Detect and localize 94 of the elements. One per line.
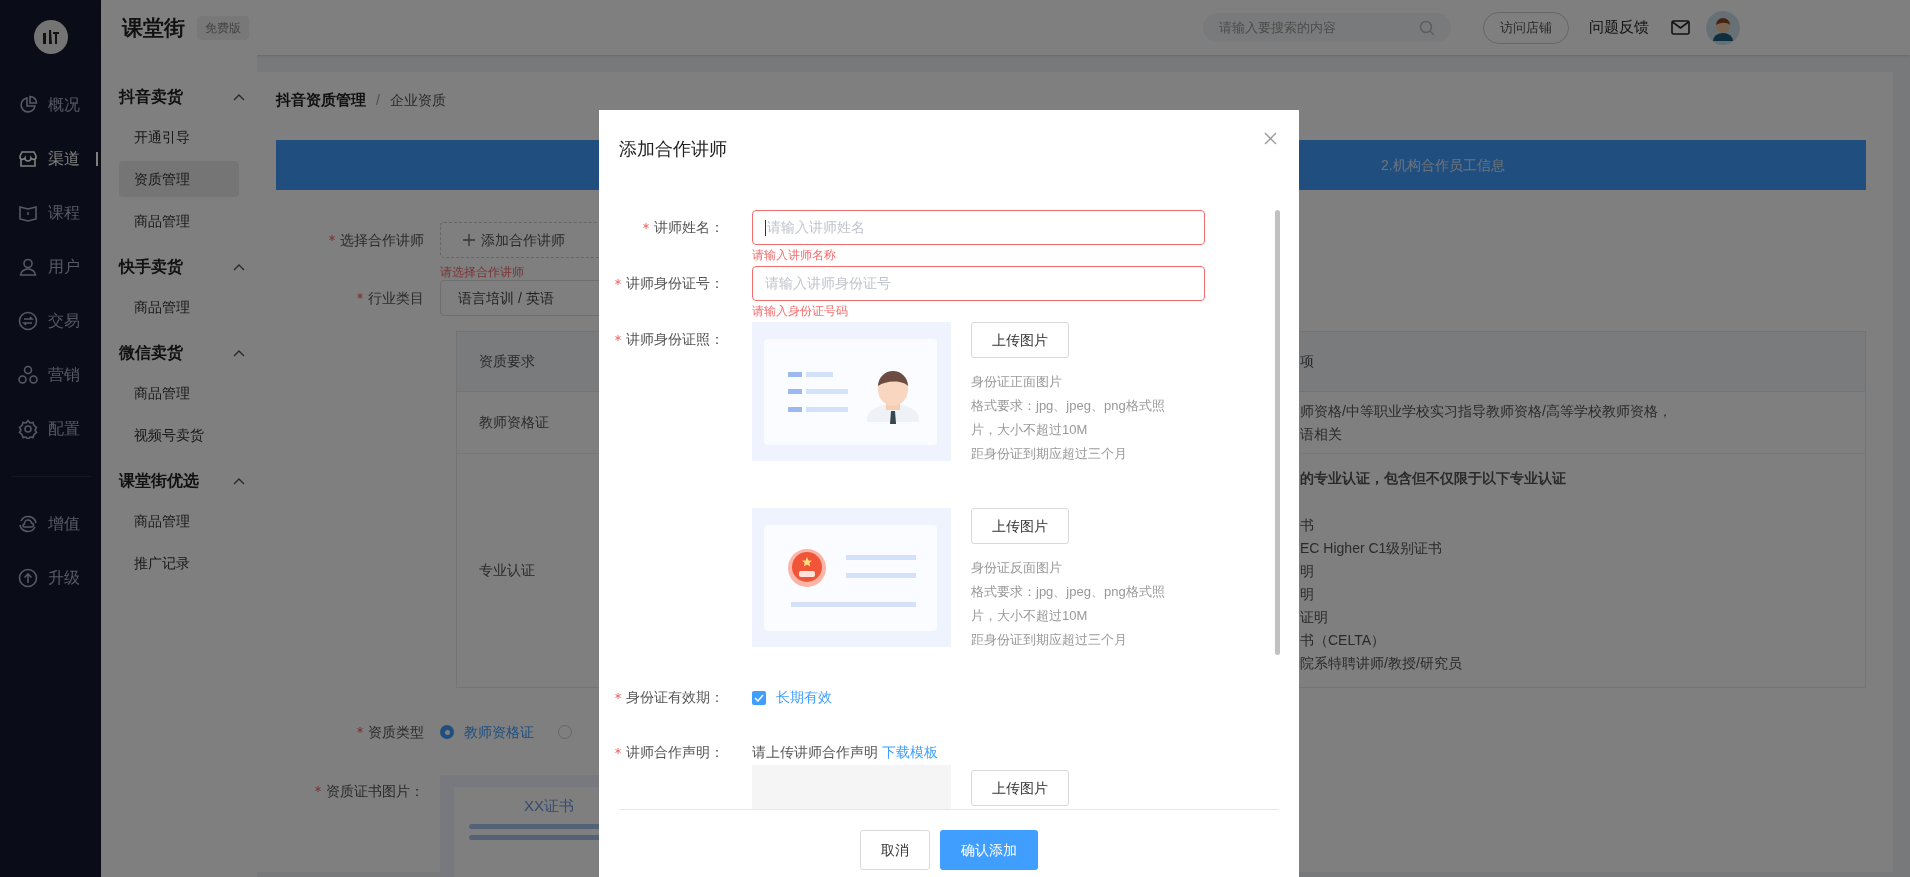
- upload-note: 身份证正面图片: [971, 373, 1063, 391]
- table-cell-line: 明: [1300, 584, 1315, 604]
- error-message: 请输入身份证号码: [752, 303, 849, 320]
- scrollbar-thumb[interactable]: [1275, 210, 1280, 655]
- submenu-item[interactable]: 资质管理: [119, 161, 239, 197]
- form-label: 讲师身份证照：: [626, 330, 724, 349]
- table-header: 项: [1299, 352, 1314, 371]
- check-icon: [754, 693, 764, 702]
- close-icon[interactable]: [1264, 132, 1277, 145]
- submenu-item[interactable]: 商品管理: [119, 375, 239, 411]
- statement-text: 请上传讲师合作声明: [752, 743, 878, 762]
- chevron-icon: [233, 93, 245, 101]
- nav-item[interactable]: 概况: [0, 78, 101, 132]
- table-cell-line: 证明: [1300, 607, 1329, 627]
- cancel-button[interactable]: 取消: [860, 830, 930, 870]
- pie-chart-icon: [18, 95, 38, 115]
- plus-icon: [463, 234, 475, 246]
- breadcrumb-separator: /: [376, 90, 380, 110]
- error-message: 请输入讲师名称: [752, 247, 837, 264]
- upload-image-button[interactable]: 上传图片: [971, 508, 1069, 544]
- form-label: 讲师姓名：: [654, 218, 724, 237]
- confirm-button[interactable]: 确认添加: [940, 830, 1038, 870]
- menu-group-header[interactable]: 课堂街优选: [101, 467, 257, 495]
- nav-item[interactable]: 课程: [0, 186, 101, 240]
- upload-note: 身份证反面图片: [971, 559, 1063, 577]
- app-title: 课堂街: [122, 14, 185, 41]
- menu-group-header[interactable]: 快手卖货: [101, 253, 257, 281]
- nav-item[interactable]: 交易: [0, 294, 101, 348]
- table-cell-line: 明: [1300, 561, 1315, 581]
- chevron-icon: [233, 263, 245, 271]
- submenu-item[interactable]: 开通引导: [119, 119, 239, 155]
- radio-button[interactable]: [440, 725, 454, 739]
- logo-icon: [33, 20, 68, 54]
- form-label: 讲师合作声明：: [626, 743, 724, 762]
- table-cell-line: 院系特聘讲师/教授/研究员: [1300, 653, 1463, 673]
- chevron-icon: [233, 477, 245, 485]
- nav-item[interactable]: 营销: [0, 348, 101, 402]
- nav-item[interactable]: 升级: [0, 551, 101, 605]
- avatar-icon[interactable]: [1706, 10, 1740, 45]
- cloud-refresh-icon: [18, 514, 38, 534]
- nav-item[interactable]: 用户: [0, 240, 101, 294]
- store-icon: [18, 149, 38, 169]
- form-label: 资质类型: [368, 722, 424, 742]
- form-label: 资质证书图片：: [326, 781, 424, 801]
- step-label: 2.机构合作员工信息: [1381, 155, 1505, 175]
- submenu-item[interactable]: 商品管理: [119, 203, 239, 239]
- table-cell-line: 的专业认证，包含但不仅限于以下专业认证: [1300, 468, 1566, 488]
- upload-note: 距身份证到期应超过三个月: [971, 631, 1128, 649]
- certificate-title: XX证书: [524, 796, 574, 816]
- table-cell-line: 语相关: [1300, 424, 1343, 444]
- nav-item[interactable]: 增值: [0, 497, 101, 551]
- upload-note: 格式要求：jpg、jpeg、png格式照片，大小不超过10M: [971, 397, 1166, 439]
- submenu-item[interactable]: 推广记录: [119, 545, 239, 581]
- checkbox[interactable]: [752, 690, 766, 705]
- form-label: 行业类目: [368, 288, 424, 308]
- download-template-link[interactable]: 下载模板: [882, 742, 938, 763]
- feedback-link[interactable]: 问题反馈: [1589, 16, 1649, 39]
- chevron-icon: [233, 349, 245, 357]
- dialog-title: 添加合作讲师: [619, 138, 727, 161]
- book-icon: [18, 203, 38, 223]
- table-cell-text: 教师资格证: [478, 413, 550, 432]
- checkbox-label[interactable]: 长期有效: [776, 687, 832, 708]
- table-cell-line: 书: [1300, 515, 1315, 535]
- form-label: 身份证有效期：: [626, 688, 724, 707]
- exchange-icon: [18, 311, 38, 331]
- active-indicator: [96, 152, 98, 166]
- submenu-item[interactable]: 商品管理: [119, 289, 239, 325]
- menu-group-header[interactable]: 微信卖货: [101, 339, 257, 367]
- user-icon: [18, 257, 38, 277]
- table-cell-line: 书（CELTA）: [1300, 630, 1387, 650]
- radio-label[interactable]: 教师资格证: [464, 721, 534, 743]
- breadcrumb-item: 抖音资质管理: [276, 89, 366, 110]
- settings-icon: [18, 419, 38, 439]
- table-cell-text: 专业认证: [478, 561, 536, 580]
- nav-item[interactable]: 配置: [0, 402, 101, 456]
- nav-item[interactable]: 渠道: [0, 132, 101, 186]
- table-cell-line: 师资格/中等职业学校实习指导教师资格/高等学校教师资格，: [1300, 401, 1672, 421]
- submenu-item[interactable]: 视频号卖货: [119, 417, 239, 453]
- mail-icon[interactable]: [1671, 20, 1690, 35]
- upload-image-button[interactable]: 上传图片: [971, 770, 1069, 806]
- table-header: 资质要求: [478, 352, 536, 371]
- upload-note: 格式要求：jpg、jpeg、png格式照片，大小不超过10M: [971, 583, 1166, 625]
- breadcrumb-item: 企业资质: [389, 90, 446, 110]
- table-cell-line: EC Higher C1级别证书: [1300, 538, 1444, 558]
- form-label: 选择合作讲师: [340, 230, 424, 250]
- visit-store-button[interactable]: 访问店铺: [1483, 11, 1569, 44]
- upload-note: 距身份证到期应超过三个月: [971, 445, 1128, 463]
- submenu-item[interactable]: 商品管理: [119, 503, 239, 539]
- search-icon: [1419, 19, 1435, 36]
- error-message: 请选择合作讲师: [440, 264, 525, 280]
- three-circles-icon: [18, 365, 38, 385]
- upload-image-button[interactable]: 上传图片: [971, 322, 1069, 358]
- upgrade-icon: [18, 568, 38, 588]
- menu-group-header[interactable]: 抖音卖货: [101, 83, 257, 111]
